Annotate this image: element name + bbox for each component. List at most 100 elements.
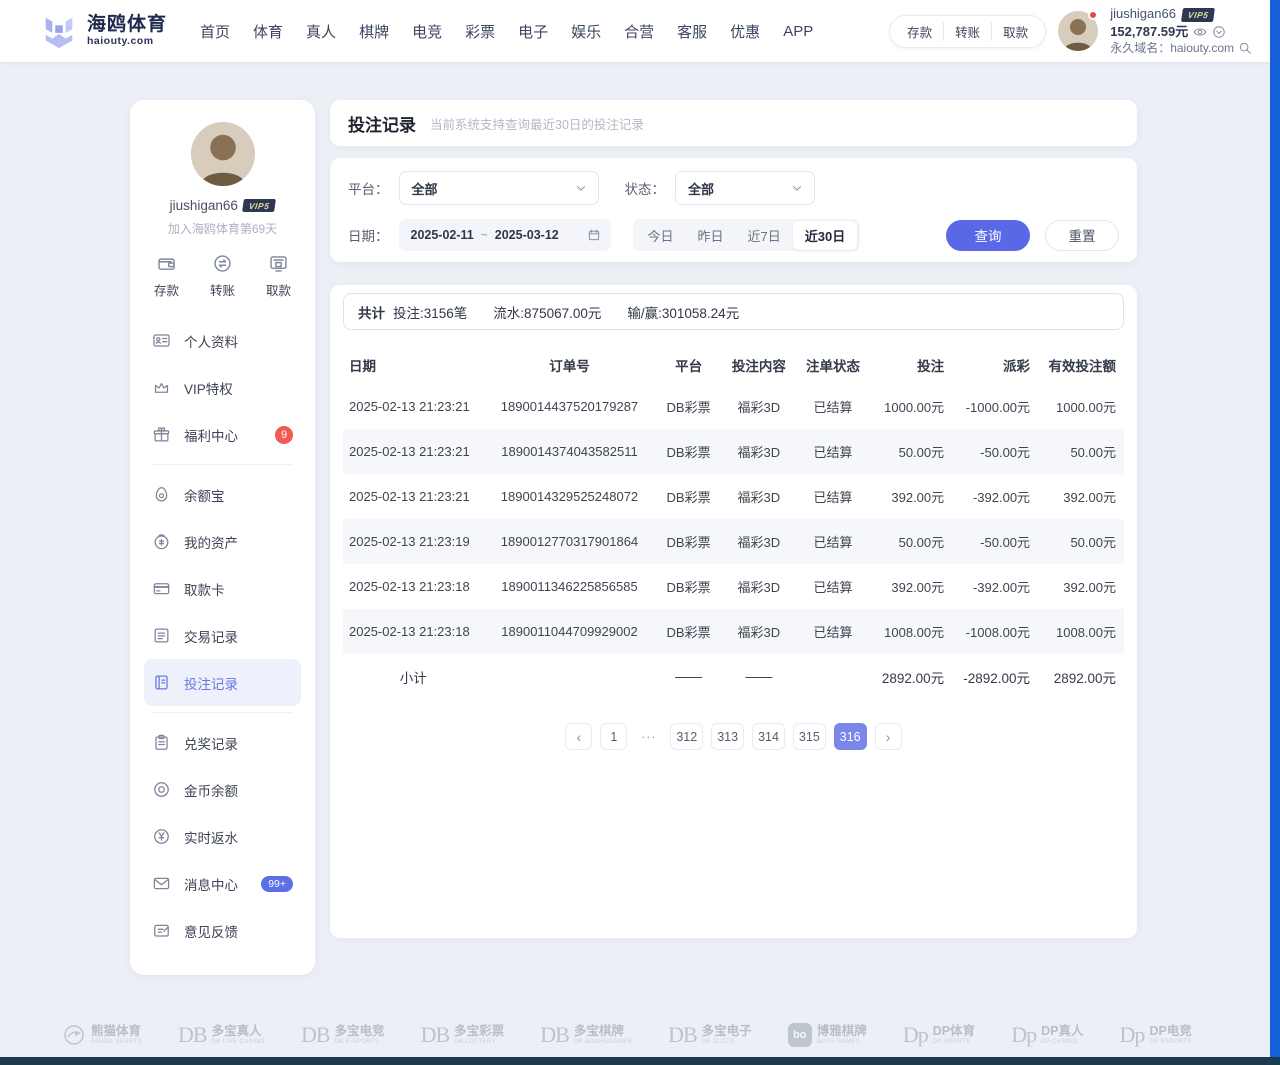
- sidebar-avatar[interactable]: [191, 122, 255, 186]
- date-separator: ~: [481, 228, 488, 242]
- db-logo-icon: DB: [668, 1024, 697, 1046]
- range-yesterday[interactable]: 昨日: [686, 221, 736, 250]
- subtotal-row: 小计 —— —— 2892.00元 -2892.00元 2892.00元: [343, 654, 1124, 699]
- next-page-button[interactable]: ›: [875, 723, 902, 750]
- sidebar-item-redeem-records[interactable]: 兑奖记录: [144, 719, 301, 766]
- table-row: 2025-02-13 21:23:21 1890014437520179287 …: [343, 384, 1124, 429]
- col-header-content: 投注内容: [722, 346, 796, 384]
- sidebar-item-bet-records[interactable]: 投注记录: [144, 659, 301, 706]
- logo-title: 海鸥体育: [87, 15, 167, 35]
- brand-dp-esports[interactable]: Dp DP电竞DP ESPORTS: [1120, 1024, 1192, 1046]
- db-logo-icon: DB: [540, 1024, 569, 1046]
- gift-icon: [152, 425, 171, 444]
- nav-item-lottery[interactable]: 彩票: [462, 15, 498, 48]
- summary-bets: 投注:3156笔: [393, 302, 467, 322]
- brand-boya[interactable]: bo 博雅棋牌BOYA GAMES: [788, 1023, 867, 1047]
- deposit-button[interactable]: 存款: [896, 22, 943, 41]
- summary-total-label: 共计: [358, 302, 385, 322]
- bet-records-icon: [152, 673, 171, 692]
- panda-logo-icon: [62, 1023, 86, 1047]
- sidebar-item-feedback[interactable]: 意见反馈: [144, 907, 301, 954]
- sidebar-item-profile[interactable]: 个人资料: [144, 317, 301, 364]
- brand-db-lottery[interactable]: DB 多宝彩票DB LOTTERY: [421, 1024, 505, 1046]
- range-today[interactable]: 今日: [636, 221, 686, 250]
- sidebar-item-coin-balance[interactable]: 金币余额: [144, 766, 301, 813]
- table-row: 2025-02-13 21:23:21 1890014374043582511 …: [343, 429, 1124, 474]
- nav-item-app[interactable]: APP: [780, 17, 816, 46]
- transfer-button[interactable]: 转账: [943, 22, 991, 41]
- sidebar-item-yuebao[interactable]: 余额宝: [144, 471, 301, 518]
- brand-panda-sports[interactable]: 熊猫体育PANDA SPORTS: [62, 1023, 142, 1047]
- sidebar-transfer-button[interactable]: 转账: [210, 253, 235, 299]
- pagination-ellipsis[interactable]: ···: [635, 723, 662, 750]
- nav-item-affiliate[interactable]: 合营: [621, 15, 657, 48]
- page-button-313[interactable]: 313: [711, 723, 744, 750]
- nav-item-esports[interactable]: 电竞: [409, 15, 445, 48]
- dp-logo-icon: Dp: [1120, 1024, 1145, 1046]
- bottom-edge-bar: [0, 1057, 1280, 1065]
- platform-select[interactable]: 全部: [399, 171, 599, 205]
- page-button-315[interactable]: 315: [793, 723, 826, 750]
- sidebar-item-withdraw-card[interactable]: 取款卡: [144, 565, 301, 612]
- search-button[interactable]: 查询: [946, 220, 1030, 251]
- status-select[interactable]: 全部: [675, 171, 815, 205]
- range-7days[interactable]: 近7日: [736, 221, 793, 250]
- user-avatar-wrap[interactable]: [1058, 11, 1098, 51]
- menu-divider: [152, 712, 293, 713]
- chevron-down-icon: [790, 181, 804, 195]
- eye-icon[interactable]: [1193, 25, 1207, 39]
- calendar-icon: [587, 228, 601, 242]
- nav-item-service[interactable]: 客服: [674, 15, 710, 48]
- feedback-icon: [152, 921, 171, 940]
- sidebar-item-vip[interactable]: VIP特权: [144, 364, 301, 411]
- wallet-quick-actions: 存款 转账 取款: [889, 15, 1046, 48]
- user-info: jiushigan66 VIP5 152,787.59元 永久域名：haiout…: [1110, 6, 1252, 56]
- summary-winloss: 输/赢:301058.24元: [627, 302, 739, 322]
- site-logo[interactable]: 海鸥体育 haiouty.com: [40, 12, 167, 50]
- nav-item-sports[interactable]: 体育: [250, 15, 286, 48]
- date-range-picker[interactable]: 2025-02-11 ~ 2025-03-12: [399, 219, 611, 251]
- brand-dp-live[interactable]: Dp DP真人DP CASINO: [1011, 1024, 1083, 1046]
- nav-item-home[interactable]: 首页: [197, 15, 233, 48]
- nav-item-live[interactable]: 真人: [303, 15, 339, 48]
- logo-icon: [40, 12, 78, 50]
- brand-db-slots[interactable]: DB 多宝电子DB SLOTS: [668, 1024, 752, 1046]
- nav-item-boardgames[interactable]: 棋牌: [356, 15, 392, 48]
- db-logo-icon: DB: [178, 1024, 207, 1046]
- sidebar-deposit-button[interactable]: 存款: [154, 253, 179, 299]
- table-row: 2025-02-13 21:23:18 1890011346225856585 …: [343, 564, 1124, 609]
- redeem-icon: [152, 733, 171, 752]
- page-button-314[interactable]: 314: [752, 723, 785, 750]
- page-title: 投注记录: [348, 111, 416, 136]
- page-button-316-active[interactable]: 316: [834, 723, 867, 750]
- date-start: 2025-02-11: [411, 228, 474, 242]
- brand-db-boardgames[interactable]: DB 多宝棋牌DB BOARDGAMES: [540, 1024, 632, 1046]
- dp-logo-icon: Dp: [1011, 1024, 1036, 1046]
- page-button-312[interactable]: 312: [670, 723, 703, 750]
- withdraw-button[interactable]: 取款: [991, 22, 1039, 41]
- sidebar-item-transactions[interactable]: 交易记录: [144, 612, 301, 659]
- partner-brands-footer: 熊猫体育PANDA SPORTS DB 多宝真人DB LIVE CASINO D…: [0, 1013, 1270, 1057]
- range-30days[interactable]: 近30日: [793, 221, 857, 250]
- reset-button[interactable]: 重置: [1045, 220, 1119, 251]
- sidebar-item-messages[interactable]: 消息中心 99+: [144, 860, 301, 907]
- prev-page-button[interactable]: ‹: [565, 723, 592, 750]
- nav-item-entertainment[interactable]: 娱乐: [568, 15, 604, 48]
- notification-dot: [1088, 10, 1098, 20]
- search-icon[interactable]: [1238, 41, 1252, 55]
- top-bar: 海鸥体育 haiouty.com 首页 体育 真人 棋牌 电竞 彩票 电子 娱乐…: [0, 0, 1270, 62]
- page-button-1[interactable]: 1: [600, 723, 627, 750]
- brand-db-live[interactable]: DB 多宝真人DB LIVE CASINO: [178, 1024, 265, 1046]
- sidebar-item-assets[interactable]: 我的资产: [144, 518, 301, 565]
- brand-db-esports[interactable]: DB 多宝电竞DB E-SPORTS: [301, 1024, 385, 1046]
- nav-item-promo[interactable]: 优惠: [727, 15, 763, 48]
- sidebar-item-rebate[interactable]: 实时返水: [144, 813, 301, 860]
- sidebar-item-welfare[interactable]: 福利中心 9: [144, 411, 301, 458]
- db-logo-icon: DB: [301, 1024, 330, 1046]
- permanent-domain: 永久域名：haiouty.com: [1110, 41, 1234, 56]
- sidebar-withdraw-button[interactable]: 取款: [266, 253, 291, 299]
- chevron-circle-icon[interactable]: [1212, 25, 1226, 39]
- messages-badge: 99+: [261, 876, 293, 892]
- brand-dp-sports[interactable]: Dp DP体育DP SPORTS: [903, 1024, 975, 1046]
- nav-item-slots[interactable]: 电子: [515, 15, 551, 48]
